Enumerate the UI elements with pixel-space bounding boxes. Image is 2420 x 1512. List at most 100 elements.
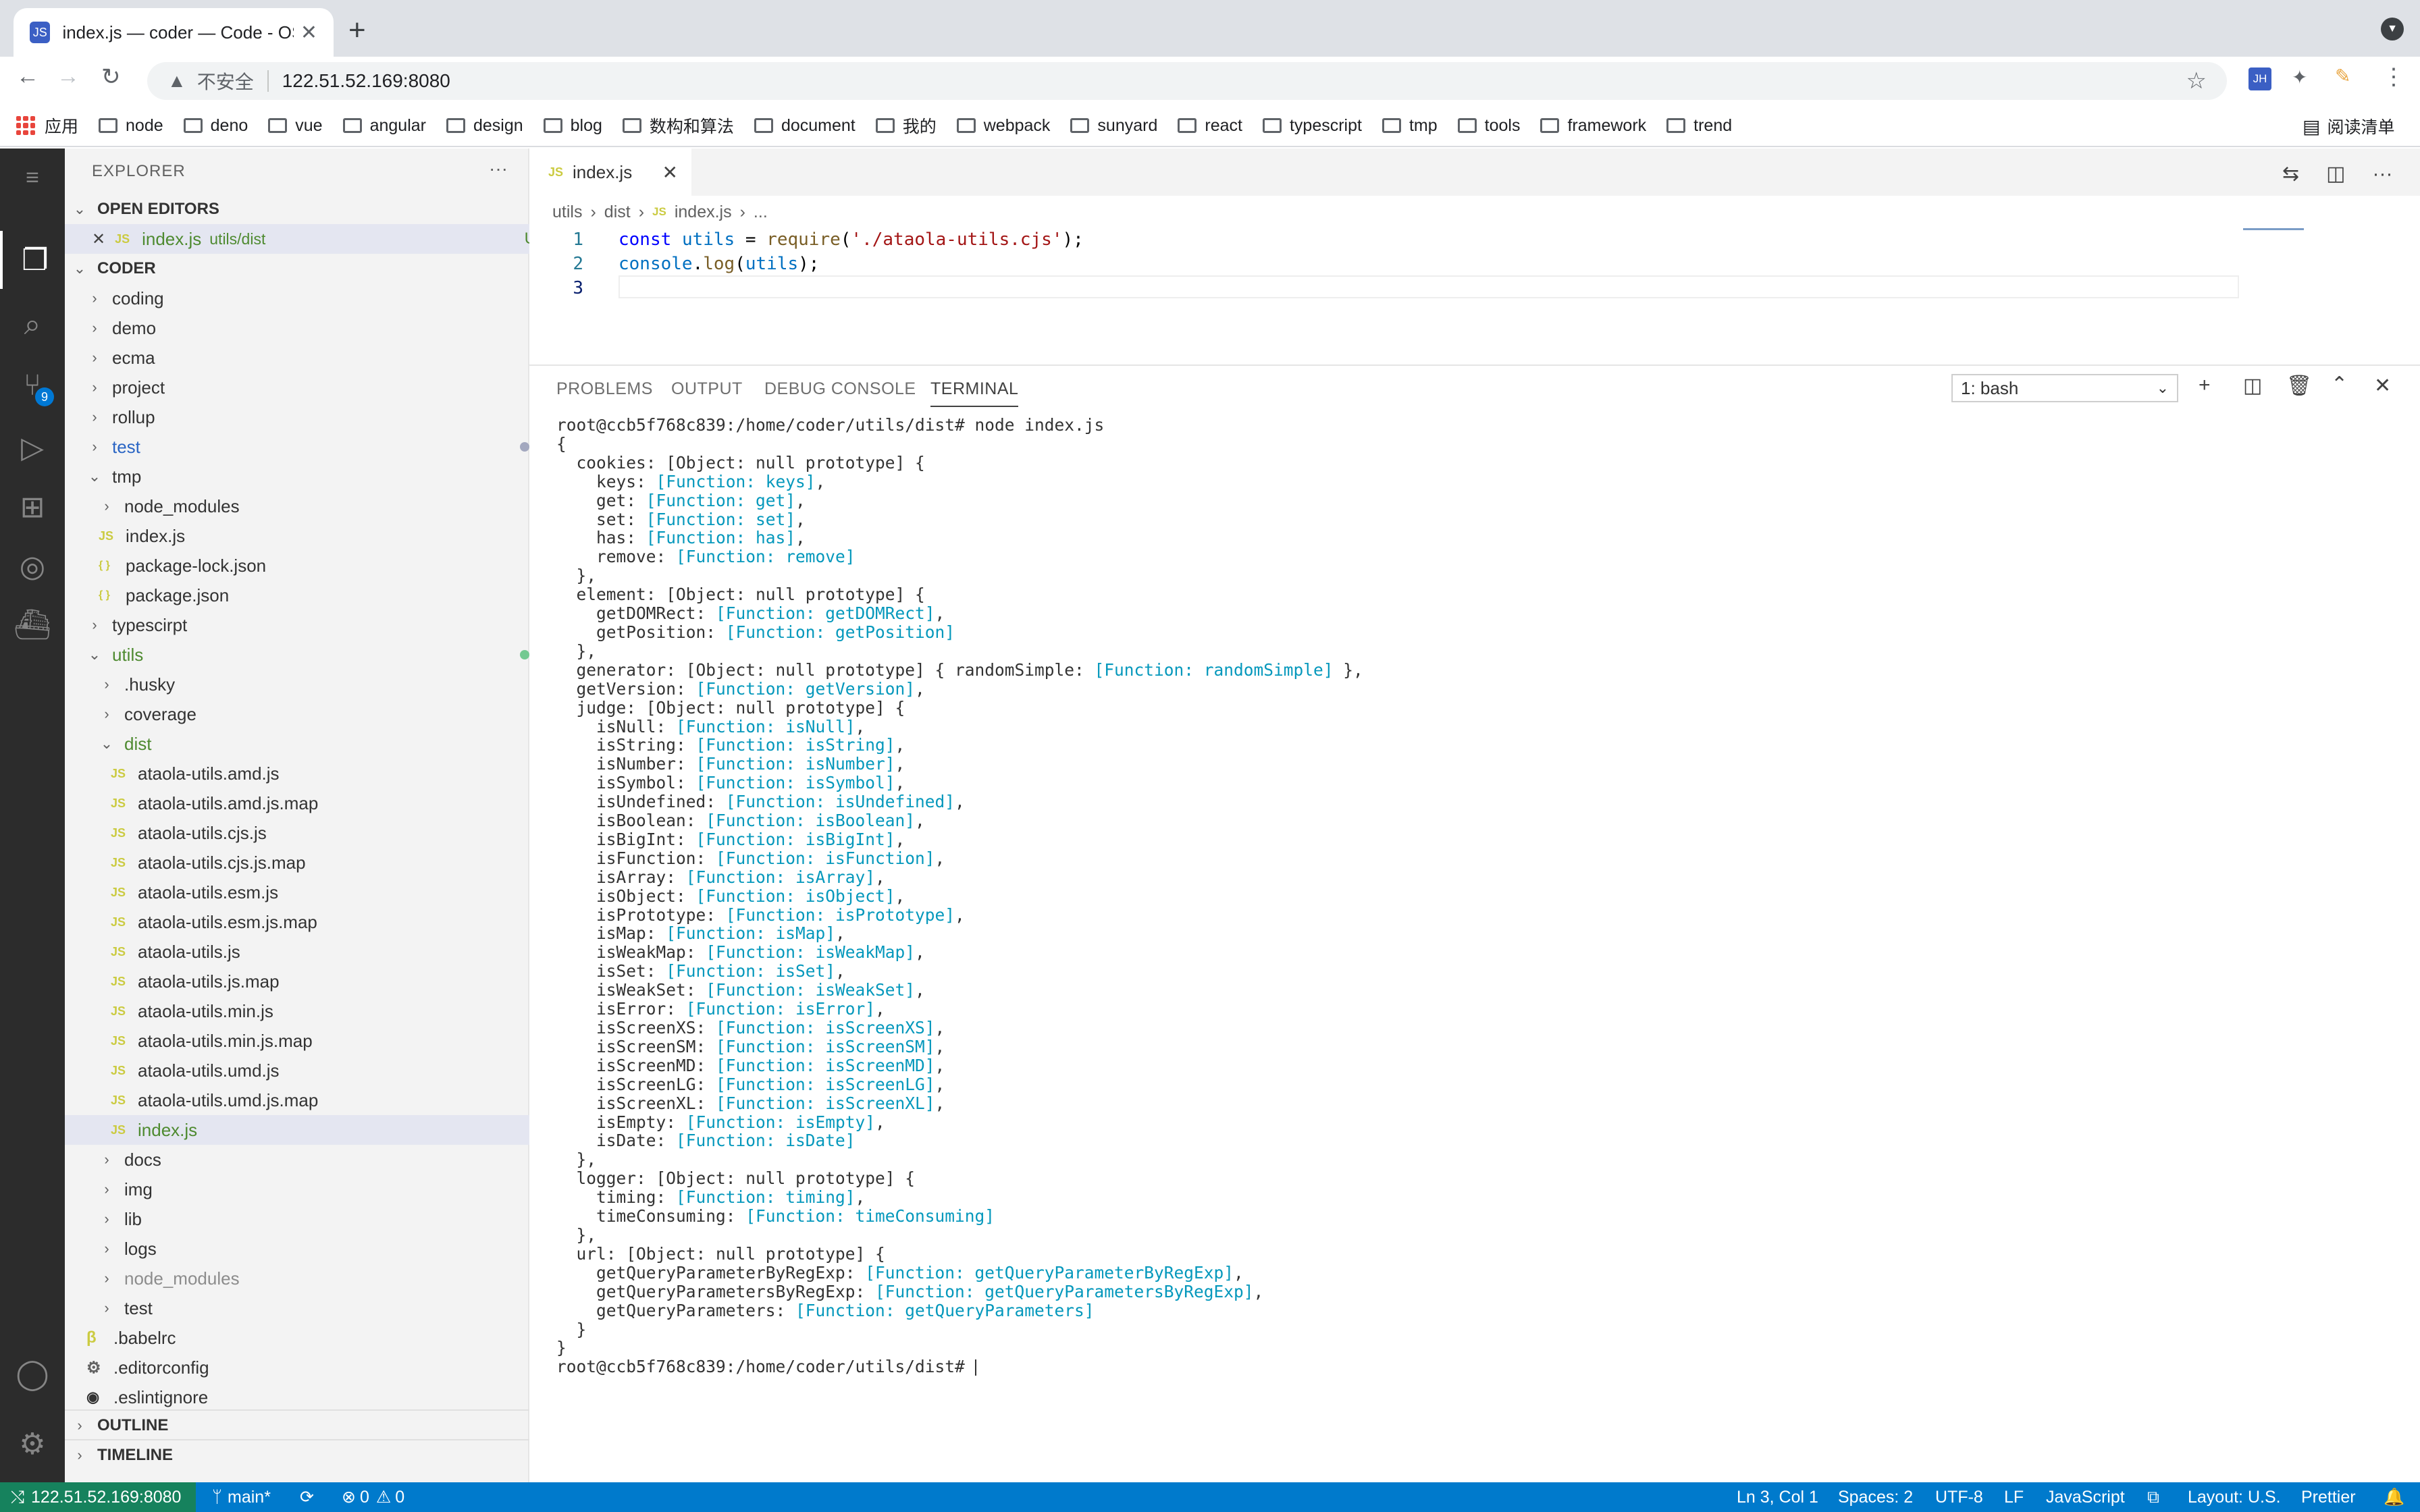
tree-item-js[interactable]: JS ataola-utils.js (65, 937, 575, 967)
split-terminal-icon[interactable]: ◫ (2243, 374, 2262, 398)
feedback-icon[interactable]: ⧉ (2147, 1482, 2159, 1512)
tree-item-folder[interactable]: › ecma (65, 343, 551, 373)
settings-gear-icon[interactable]: ⚙ (0, 1415, 65, 1473)
bookmark-tmp[interactable]: tmp (1382, 116, 1438, 136)
tree-item-folder[interactable]: › node_modules (65, 491, 563, 521)
explorer-icon[interactable]: ❐ (0, 231, 68, 289)
indentation[interactable]: Spaces: 2 (1838, 1482, 1913, 1512)
bookmark-algorithms[interactable]: 数构和算法 (622, 113, 734, 138)
tree-item-folder[interactable]: ⌄ tmp (65, 462, 551, 491)
editor-tab-index-js[interactable]: JS index.js ✕ (529, 148, 691, 196)
tree-item-folder[interactable]: › project (65, 373, 551, 402)
tree-item-js[interactable]: JSindex.jsU (65, 1115, 575, 1145)
bookmark-node[interactable]: node (99, 116, 163, 136)
insecure-label[interactable]: 不安全 (197, 68, 254, 94)
reading-list-button[interactable]: ▤ 阅读清单 (2303, 105, 2394, 147)
maximize-panel-icon[interactable]: ⌃ (2331, 373, 2348, 396)
tree-item-js[interactable]: JS ataola-utils.amd.js (65, 759, 575, 788)
encoding[interactable]: UTF-8 (1935, 1482, 1983, 1512)
tab-output[interactable]: OUTPUT (671, 379, 743, 399)
tree-item-js[interactable]: JS ataola-utils.esm.js (65, 878, 575, 907)
accounts-icon[interactable]: ◯ (0, 1345, 65, 1403)
tree-item-js[interactable]: JS ataola-utils.amd.js.map (65, 788, 575, 818)
tree-item-folder[interactable]: › test (65, 432, 551, 462)
tree-item-folder[interactable]: › coding (65, 284, 551, 313)
tree-item-folder[interactable]: › rollup (65, 402, 551, 432)
browser-menu-icon[interactable]: ⋮ (2382, 63, 2405, 90)
bookmark-webpack[interactable]: webpack (956, 116, 1050, 136)
bookmark-sunyard[interactable]: sunyard (1070, 116, 1157, 136)
bookmark-mine[interactable]: 我的 (875, 113, 937, 138)
tree-item-gear[interactable]: ⚙ .editorconfig (65, 1353, 551, 1382)
bookmark-blog[interactable]: blog (543, 116, 602, 136)
bookmark-typescript[interactable]: typescript (1262, 116, 1362, 136)
browser-tab[interactable]: JS index.js — coder — Code - OSS ✕ (14, 8, 334, 57)
split-editor-icon[interactable]: ◫ (2326, 162, 2345, 186)
extensions-view-icon[interactable]: ⊞ (0, 478, 65, 536)
git-graph-icon[interactable]: ◎ (0, 537, 65, 595)
minimap[interactable] (2243, 228, 2405, 232)
breadcrumb-utils[interactable]: utils (552, 202, 582, 222)
breadcrumb-symbols[interactable]: ... (754, 202, 768, 222)
tree-item-folder[interactable]: › img (65, 1174, 563, 1204)
notifications-bell-icon[interactable]: 🔔 (2384, 1482, 2404, 1512)
tab-debug-console[interactable]: DEBUG CONSOLE (764, 379, 916, 399)
tree-item-folder[interactable]: › .husky (65, 670, 563, 699)
breadcrumb-dist[interactable]: dist (604, 202, 631, 222)
keyboard-layout[interactable]: Layout: U.S. (2188, 1482, 2281, 1512)
tree-item-js[interactable]: JS ataola-utils.cjs.js.map (65, 848, 575, 878)
tree-item-folder[interactable]: ⌄ dist (65, 729, 563, 759)
search-icon[interactable]: ⌕ (0, 296, 65, 354)
reload-icon[interactable]: ↻ (101, 63, 121, 90)
kill-terminal-icon[interactable]: 🗑 (2286, 374, 2312, 398)
end-of-line[interactable]: LF (2004, 1482, 2024, 1512)
bookmark-star-icon[interactable]: ☆ (2186, 68, 2207, 94)
extensions-icon[interactable]: ✦ (2292, 66, 2307, 88)
branch-indicator[interactable]: ᛘ main* (212, 1482, 271, 1512)
extension-avatar-icon[interactable]: JH (2248, 68, 2271, 90)
timeline-section[interactable]: › TIMELINE (65, 1439, 536, 1470)
tree-item-js[interactable]: JS ataola-utils.min.js.map (65, 1026, 575, 1056)
outline-section[interactable]: › OUTLINE (65, 1409, 536, 1440)
tree-item-folder[interactable]: › coverage (65, 699, 563, 729)
tree-item-js[interactable]: JS ataola-utils.cjs.js (65, 818, 575, 848)
bookmark-deno[interactable]: deno (183, 116, 248, 136)
tree-item-folder[interactable]: › docs (65, 1145, 563, 1174)
address-bar[interactable]: ▲ 不安全 122.51.52.169:8080 ☆ (147, 62, 2227, 100)
close-panel-icon[interactable]: ✕ (2374, 374, 2391, 398)
tree-item-js[interactable]: JS index.js (65, 521, 563, 551)
bookmark-document[interactable]: document (754, 116, 856, 136)
breadcrumb-file[interactable]: index.js (675, 202, 732, 222)
tree-item-js[interactable]: JS ataola-utils.umd.js (65, 1056, 575, 1085)
open-editors-header[interactable]: ⌄ OPEN EDITORS (65, 194, 536, 224)
more-actions-icon[interactable]: ··· (489, 158, 508, 180)
language-mode[interactable]: JavaScript (2046, 1482, 2125, 1512)
tree-item-folder[interactable]: › node_modules (65, 1264, 563, 1293)
tree-item-folder[interactable]: › typescirpt (65, 610, 551, 640)
prettier-status[interactable]: Prettier (2301, 1482, 2356, 1512)
back-icon[interactable]: ← (16, 63, 39, 90)
terminal-output[interactable]: root@ccb5f768c839:/home/coder/utils/dist… (556, 416, 2379, 1376)
problems-indicator[interactable]: ⊗ 0 ⚠ 0 (342, 1482, 404, 1512)
tree-item-folder[interactable]: › demo (65, 313, 551, 343)
open-editor-item[interactable]: ✕ JS index.js utils/dist U (65, 224, 556, 254)
tab-problems[interactable]: PROBLEMS (556, 379, 653, 399)
tree-item-js[interactable]: JS ataola-utils.umd.js.map (65, 1085, 575, 1115)
more-actions-icon[interactable]: ··· (2373, 163, 2393, 186)
run-debug-icon[interactable]: ▷ (0, 418, 65, 477)
docker-icon[interactable]: ⛴ (0, 595, 65, 653)
close-tab-icon[interactable]: ✕ (300, 21, 317, 45)
bookmark-vue[interactable]: vue (268, 116, 323, 136)
tree-item-folder[interactable]: ⌄ utils (65, 640, 551, 670)
cursor-position[interactable]: Ln 3, Col 1 (1737, 1482, 1818, 1512)
tree-item-json[interactable]: { } package.json (65, 580, 563, 610)
tab-search-icon[interactable]: ▼ (2381, 18, 2404, 40)
bookmark-react[interactable]: react (1178, 116, 1242, 136)
bookmark-design[interactable]: design (446, 116, 523, 136)
warning-icon[interactable]: ▲ (167, 70, 186, 92)
tree-item-folder[interactable]: › test (65, 1293, 563, 1323)
bookmark-apps[interactable]: 应用 (16, 113, 78, 138)
url-text[interactable]: 122.51.52.169:8080 (282, 70, 450, 92)
tree-item-json[interactable]: { } package-lock.json (65, 551, 563, 580)
coder-folder-header[interactable]: ⌄ CODER (65, 254, 536, 284)
